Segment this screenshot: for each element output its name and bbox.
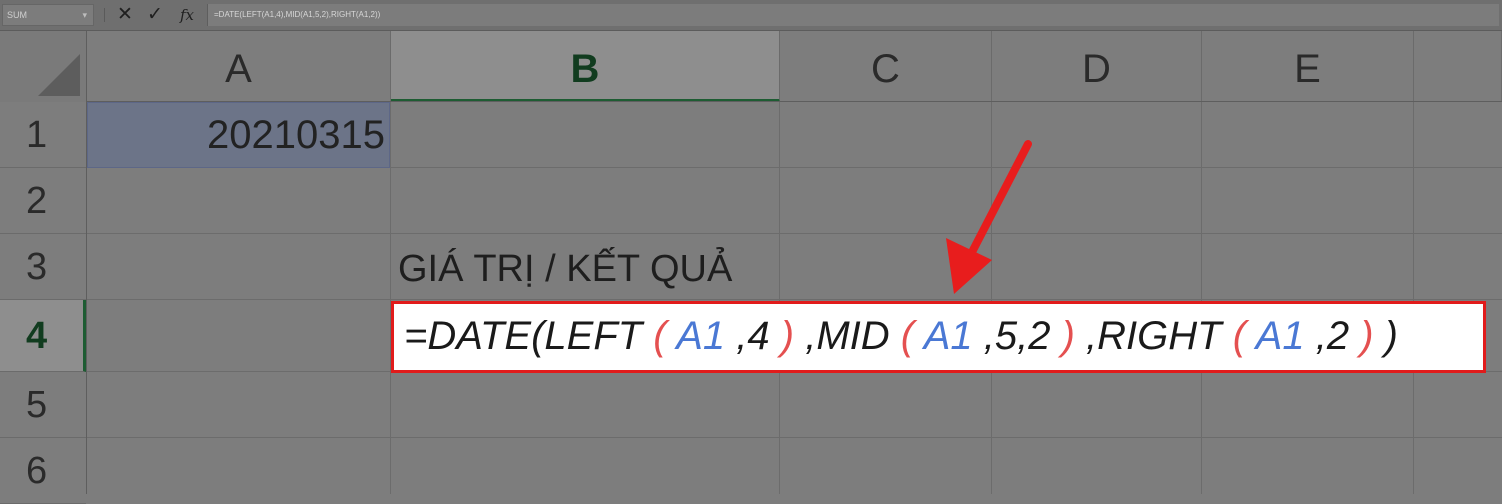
cancel-icon[interactable]: ✕ — [117, 2, 133, 28]
formula-paren-close: ) — [1349, 314, 1385, 358]
formula-func: ,RIGHT — [1086, 314, 1222, 358]
column-header-a[interactable]: A — [87, 31, 391, 102]
name-box-value: SUM — [7, 10, 27, 20]
formula-final-paren: ) — [1384, 314, 1398, 358]
row-header-2[interactable]: 2 — [0, 168, 86, 234]
formula-input[interactable]: =DATE(LEFT(A1,4),MID(A1,5,2),RIGHT(A1,2)… — [207, 4, 1499, 26]
formula-arg: ,5,2 — [972, 314, 1051, 358]
select-all-icon — [38, 54, 80, 96]
row-header-6[interactable]: 6 — [0, 438, 86, 504]
column-header-b[interactable]: B — [391, 31, 780, 102]
formula-prefix: =DATE(LEFT — [404, 314, 643, 358]
formula-arg: ,2 — [1304, 314, 1350, 358]
arrow-icon — [946, 140, 1032, 294]
column-header-d[interactable]: D — [992, 31, 1202, 102]
gridline — [1201, 102, 1202, 494]
row-header-4[interactable]: 4 — [0, 300, 86, 372]
gridline — [1413, 102, 1414, 494]
gridline — [87, 299, 1502, 300]
divider — [104, 8, 105, 22]
column-header-e[interactable]: E — [1202, 31, 1414, 102]
name-box[interactable]: SUM ▾ — [2, 4, 94, 26]
row-header-1[interactable]: 1 — [0, 102, 86, 168]
formula-ref: A1 — [676, 314, 726, 358]
select-all-corner[interactable] — [0, 31, 86, 102]
header-divider-vertical — [86, 31, 87, 494]
formula-paren-open: ( — [889, 314, 924, 358]
formula-func: ,MID — [805, 314, 890, 358]
gridline — [779, 102, 780, 494]
gridline — [87, 233, 1502, 234]
column-header-f[interactable] — [1414, 31, 1502, 102]
dropdown-icon[interactable]: ▾ — [82, 5, 87, 25]
arrow-shaft — [966, 140, 1032, 260]
column-header-c[interactable]: C — [780, 31, 992, 102]
formula-paren-open: ( — [1221, 314, 1256, 358]
row-header-3[interactable]: 3 — [0, 234, 86, 300]
formula-paren-close: ) — [769, 314, 806, 358]
formula-paren-open: ( — [642, 314, 677, 358]
formula-ref: A1 — [1255, 314, 1305, 358]
formula-arg: ,4 — [725, 314, 770, 358]
gridline — [87, 437, 1502, 438]
formula-bar: SUM ▾ ✕ ✓ fx =DATE(LEFT(A1,4),MID(A1,5,2… — [0, 0, 1502, 31]
row-header-5[interactable]: 5 — [0, 372, 86, 438]
fx-icon[interactable]: fx — [180, 3, 194, 27]
check-icon[interactable]: ✓ — [147, 2, 163, 28]
arrow-head — [946, 238, 992, 294]
cell-b3-label[interactable]: GIÁ TRỊ / KẾT QUẢ — [398, 236, 732, 302]
cell-a1[interactable]: 20210315 — [87, 102, 390, 168]
formula-highlight-box[interactable]: =DATE(LEFT ( A1 ,4 ) ,MID ( A1 ,5,2 ) ,R… — [391, 301, 1486, 373]
formula-paren-close: ) — [1050, 314, 1087, 358]
formula-ref: A1 — [923, 314, 973, 358]
gridline — [390, 102, 391, 494]
